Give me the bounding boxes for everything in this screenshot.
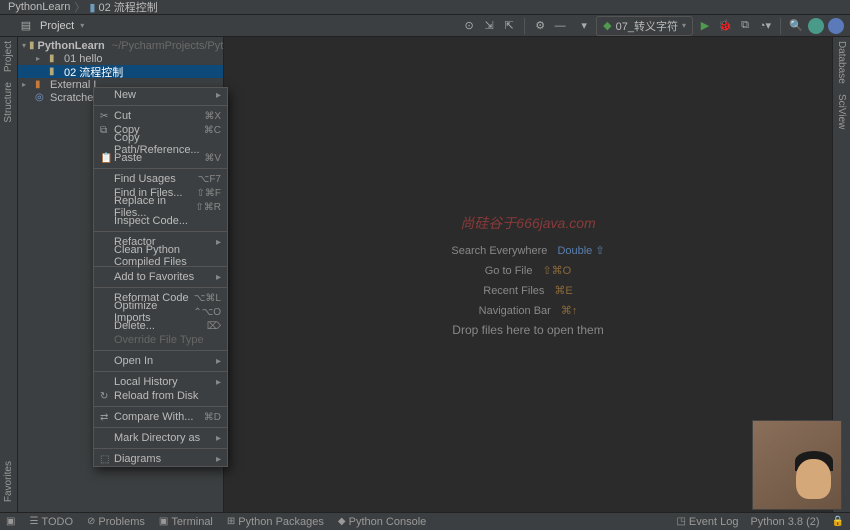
menu-item[interactable]: Local History▸ (94, 375, 227, 389)
search-icon[interactable]: 🔍 (788, 18, 804, 34)
tip-search-everywhere: Search Everywhere Double ⇧ (451, 243, 604, 257)
menu-item[interactable]: Copy Path/Reference... (94, 137, 227, 151)
context-menu: New▸✂Cut⌘X⧉Copy⌘CCopy Path/Reference...📋… (93, 87, 228, 467)
breadcrumb-current[interactable]: 02 流程控制 (98, 0, 157, 15)
menu-item[interactable]: Open In▸ (94, 354, 227, 368)
avatar-1[interactable] (808, 18, 824, 34)
expand-icon[interactable]: ⇲ (481, 18, 497, 34)
library-icon: ▮ (35, 79, 47, 90)
tree-item-02[interactable]: ▮ 02 流程控制 (18, 65, 223, 78)
coverage-icon[interactable]: ⧉ (737, 18, 753, 34)
chevron-down-icon[interactable]: ▾ (80, 21, 84, 30)
menu-item[interactable]: Replace in Files...⇧⌘R (94, 200, 227, 214)
folder-icon: ▮ (29, 40, 35, 51)
python-icon: ◆ (603, 19, 611, 32)
tip-drop-files: Drop files here to open them (452, 323, 603, 337)
favorites-tab[interactable]: Favorites (3, 461, 14, 502)
collapse-icon[interactable]: ⇱ (501, 18, 517, 34)
status-lock-icon[interactable]: 🔒 (832, 516, 844, 528)
menu-item[interactable]: Find Usages⌥F7 (94, 172, 227, 186)
avatar-2[interactable] (828, 18, 844, 34)
database-tab[interactable]: Database (836, 41, 847, 84)
menu-item[interactable]: ⇄Compare With...⌘D (94, 410, 227, 424)
status-python-console[interactable]: ◆ Python Console (338, 516, 426, 528)
status-event-log[interactable]: ◳ Event Log (676, 516, 738, 528)
debug-icon[interactable]: 🐞 (717, 18, 733, 34)
add-config-icon[interactable]: ▾ (576, 18, 592, 34)
menu-item[interactable]: New▸ (94, 88, 227, 102)
folder-icon: ▮ (49, 53, 61, 64)
folder-icon: ▮ (49, 66, 61, 77)
status-problems[interactable]: ⊘ Problems (87, 516, 145, 528)
folder-icon: ▮ (89, 1, 95, 14)
menu-item[interactable]: Mark Directory as▸ (94, 431, 227, 445)
project-view-icon[interactable]: ▤ (18, 18, 34, 34)
status-todo[interactable]: ☰ TODO (29, 516, 73, 528)
menu-item[interactable]: Delete...⌦ (94, 319, 227, 333)
project-tool-label[interactable]: Project (36, 20, 78, 32)
watermark-text: 尚硅谷于666java.com (460, 213, 595, 233)
menu-item[interactable]: Inspect Code... (94, 214, 227, 228)
tree-root[interactable]: ▾ ▮ PythonLearn ~/PycharmProjects/Python… (18, 39, 223, 52)
hide-icon[interactable]: — (552, 18, 568, 34)
menu-item[interactable]: 📋Paste⌘V (94, 151, 227, 165)
menu-item: Override File Type (94, 333, 227, 347)
run-config-selector[interactable]: ◆ 07_转义字符 ▾ (596, 16, 693, 36)
menu-item[interactable]: ⬚Diagrams▸ (94, 452, 227, 466)
tip-recent-files: Recent Files ⌘E (483, 283, 573, 297)
menu-item[interactable]: Add to Favorites▸ (94, 270, 227, 284)
select-opened-icon[interactable]: ⊙ (461, 18, 477, 34)
profile-icon[interactable]: ◔▾ (757, 18, 773, 34)
scratches-icon: ◎ (35, 92, 47, 103)
webcam-overlay (752, 420, 842, 510)
status-terminal[interactable]: ▣ Terminal (159, 516, 213, 528)
menu-item[interactable]: ✂Cut⌘X (94, 109, 227, 123)
menu-item[interactable]: Clean Python Compiled Files (94, 249, 227, 263)
status-python-packages[interactable]: ⊞ Python Packages (227, 516, 324, 528)
breadcrumb-sep: 〉 (74, 0, 85, 15)
gear-icon[interactable]: ⚙ (532, 18, 548, 34)
tip-go-to-file: Go to File ⇧⌘O (485, 263, 571, 277)
run-icon[interactable]: ▶ (697, 18, 713, 34)
structure-tab[interactable]: Structure (3, 82, 14, 123)
tip-nav-bar: Navigation Bar ⌘↑ (479, 303, 578, 317)
status-interpreter[interactable]: Python 3.8 (2) (750, 516, 819, 528)
menu-item[interactable]: Optimize Imports⌃⌥O (94, 305, 227, 319)
breadcrumb-root[interactable]: PythonLearn (8, 1, 70, 13)
project-tab[interactable]: Project (3, 41, 14, 72)
status-window-icon[interactable]: ▣ (6, 516, 15, 527)
menu-item[interactable]: ↻Reload from Disk (94, 389, 227, 403)
sciview-tab[interactable]: SciView (836, 94, 847, 129)
